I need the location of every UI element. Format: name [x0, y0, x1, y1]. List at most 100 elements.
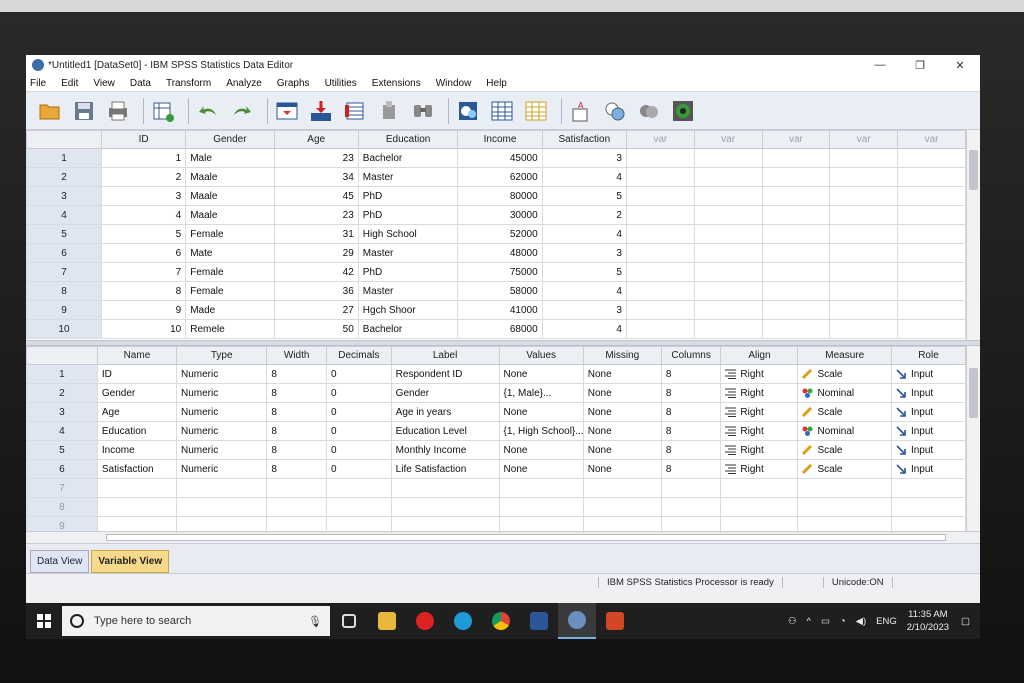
data-cell[interactable]: 80000: [457, 186, 543, 206]
data-cell[interactable]: Hgch Shoor: [357, 300, 459, 320]
variable-dec-cell[interactable]: 0: [325, 459, 392, 479]
data-cell[interactable]: Female: [185, 262, 275, 282]
menu-file[interactable]: File: [30, 78, 46, 89]
data-cell[interactable]: 7: [100, 262, 187, 282]
empty-cell[interactable]: [582, 478, 662, 498]
empty-cell[interactable]: [897, 148, 966, 168]
powerpoint-icon[interactable]: [596, 603, 634, 639]
horizontal-scrollbar[interactable]: [26, 531, 980, 543]
variable-values-cell[interactable]: None: [498, 402, 584, 422]
empty-cell[interactable]: [390, 497, 500, 517]
data-cell[interactable]: 75000: [457, 262, 543, 282]
word-icon[interactable]: [520, 603, 558, 639]
empty-cell[interactable]: [897, 281, 966, 301]
variable-measure-cell[interactable]: Scale: [797, 440, 892, 460]
empty-cell[interactable]: [625, 167, 695, 187]
data-cell[interactable]: Bachelor: [357, 319, 459, 339]
data-cell[interactable]: 5: [100, 224, 187, 244]
column-header[interactable]: Income: [457, 130, 543, 149]
empty-cell[interactable]: [693, 205, 763, 225]
empty-cell[interactable]: [720, 497, 799, 517]
variable-label-cell[interactable]: Monthly Income: [390, 440, 500, 460]
undo-icon[interactable]: [194, 97, 222, 125]
empty-cell[interactable]: [625, 205, 695, 225]
data-cell[interactable]: Female: [185, 281, 275, 301]
data-cell[interactable]: 68000: [457, 319, 543, 339]
empty-cell[interactable]: [390, 478, 500, 498]
empty-cell[interactable]: [498, 478, 584, 498]
empty-cell[interactable]: [175, 478, 268, 498]
variable-dec-cell[interactable]: 0: [325, 402, 392, 422]
variable-label-cell[interactable]: Age in years: [390, 402, 500, 422]
minimize-button[interactable]: —: [860, 59, 900, 71]
row-number[interactable]: 3: [26, 186, 102, 206]
goto-variable-icon[interactable]: [307, 97, 335, 125]
row-number[interactable]: 3: [26, 402, 98, 422]
variables-icon[interactable]: [341, 97, 369, 125]
empty-cell[interactable]: [829, 262, 899, 282]
row-number[interactable]: 6: [26, 459, 98, 479]
variable-align-cell[interactable]: Right: [720, 383, 799, 403]
variable-dec-cell[interactable]: 0: [325, 383, 392, 403]
empty-cell[interactable]: [660, 478, 722, 498]
corner-cell[interactable]: [26, 346, 98, 365]
data-cell[interactable]: 45000: [457, 148, 543, 168]
variable-columns-cell[interactable]: 8: [660, 364, 722, 384]
chevron-up-icon[interactable]: ^: [806, 616, 810, 627]
start-button[interactable]: [26, 603, 62, 639]
variable-align-cell[interactable]: Right: [720, 364, 799, 384]
data-cell[interactable]: 3: [541, 243, 627, 263]
variable-columns-cell[interactable]: 8: [660, 459, 722, 479]
variable-label-cell[interactable]: Life Satisfaction: [390, 459, 500, 479]
variable-type-cell[interactable]: Numeric: [175, 402, 268, 422]
data-view-vertical-scrollbar[interactable]: [966, 130, 980, 340]
variable-measure-cell[interactable]: Scale: [797, 402, 892, 422]
column-header[interactable]: Label: [390, 346, 500, 365]
column-header[interactable]: var: [693, 130, 763, 149]
empty-cell[interactable]: [829, 224, 899, 244]
corner-cell[interactable]: [26, 130, 102, 149]
spss-icon[interactable]: [558, 603, 596, 639]
insert-cases-icon[interactable]: [454, 97, 482, 125]
column-header[interactable]: var: [897, 130, 966, 149]
empty-cell[interactable]: [625, 319, 695, 339]
goto-case-icon[interactable]: [273, 97, 301, 125]
variable-label-cell[interactable]: Education Level: [390, 421, 500, 441]
data-cell[interactable]: Remele: [185, 319, 275, 339]
row-number[interactable]: 4: [26, 205, 102, 225]
empty-cell[interactable]: [96, 497, 177, 517]
row-number[interactable]: 6: [26, 243, 102, 263]
variable-align-cell[interactable]: Right: [720, 440, 799, 460]
data-cell[interactable]: 52000: [457, 224, 543, 244]
microphone-icon[interactable]: 🎙: [308, 615, 322, 628]
data-cell[interactable]: Mate: [185, 243, 275, 263]
variable-measure-cell[interactable]: Nominal: [797, 421, 892, 441]
volume-icon[interactable]: ◀): [856, 616, 866, 627]
opera-icon[interactable]: [406, 603, 444, 639]
row-number[interactable]: 7: [26, 262, 102, 282]
row-number[interactable]: 8: [26, 281, 102, 301]
empty-cell[interactable]: [693, 243, 763, 263]
clock[interactable]: 11:35 AM 2/10/2023: [907, 608, 949, 634]
variable-name-cell[interactable]: Education: [96, 421, 177, 441]
variable-name-cell[interactable]: Income: [96, 440, 177, 460]
empty-cell[interactable]: [625, 243, 695, 263]
column-header[interactable]: Align: [720, 346, 799, 365]
variable-missing-cell[interactable]: None: [582, 421, 662, 441]
open-icon[interactable]: [36, 97, 64, 125]
menu-analyze[interactable]: Analyze: [226, 78, 262, 89]
column-header[interactable]: Measure: [797, 346, 892, 365]
data-cell[interactable]: 23: [273, 205, 359, 225]
data-cell[interactable]: 31: [273, 224, 359, 244]
variable-width-cell[interactable]: 8: [266, 383, 327, 403]
column-header[interactable]: Gender: [185, 130, 275, 149]
row-number[interactable]: 1: [26, 148, 102, 168]
empty-cell[interactable]: [897, 300, 966, 320]
data-cell[interactable]: 10: [100, 319, 187, 339]
variable-name-cell[interactable]: Satisfaction: [96, 459, 177, 479]
data-cell[interactable]: 45: [273, 186, 359, 206]
data-cell[interactable]: 9: [100, 300, 187, 320]
empty-cell[interactable]: [325, 497, 392, 517]
data-cell[interactable]: 2: [100, 167, 187, 187]
column-header[interactable]: Role: [890, 346, 967, 365]
